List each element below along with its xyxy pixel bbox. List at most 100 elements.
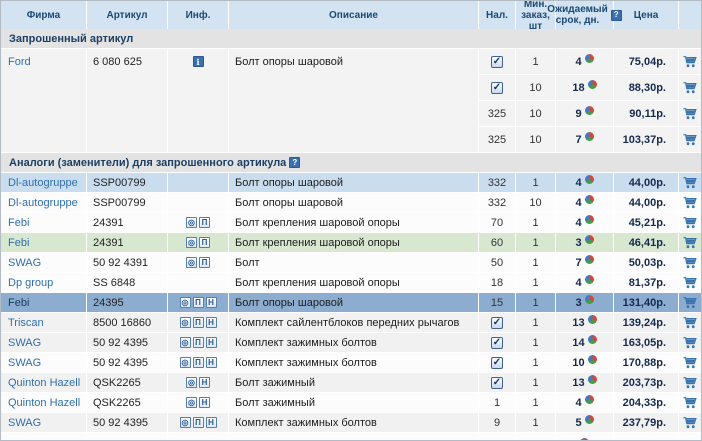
table-row[interactable]: Febi 24395 ◎ПН Болт опоры шаровой 15 1 3…	[1, 293, 701, 313]
applicability-icon[interactable]: П	[199, 217, 210, 228]
photo-icon[interactable]: ◎	[186, 217, 197, 228]
applicability-icon[interactable]: П	[193, 417, 204, 428]
applicability-icon[interactable]: П	[199, 257, 210, 268]
photo-icon[interactable]: ◎	[186, 397, 197, 408]
photo-icon[interactable]: ◎	[180, 337, 191, 348]
add-to-cart-button[interactable]	[683, 316, 697, 329]
add-to-cart-button[interactable]	[683, 256, 697, 269]
applicability-icon[interactable]: П	[193, 357, 204, 368]
table-row[interactable]: Dp group SS 6848 Болт крепления шаровой …	[1, 273, 701, 293]
cart-icon	[683, 81, 697, 94]
add-to-cart-button[interactable]	[683, 176, 697, 189]
applicability-icon[interactable]: П	[199, 237, 210, 248]
info-icons: ◎ПН	[168, 413, 229, 433]
cart-cell	[679, 273, 701, 293]
add-to-cart-button[interactable]	[683, 276, 697, 289]
add-to-cart-button[interactable]	[683, 296, 697, 309]
photo-icon[interactable]: ◎	[180, 297, 191, 308]
brand-link[interactable]: Febi	[1, 293, 87, 313]
add-to-cart-button[interactable]	[683, 336, 697, 349]
expected-days-cell: 3	[556, 293, 614, 313]
brand-link[interactable]: SWAG	[1, 413, 87, 433]
delivery-pie-icon	[588, 80, 597, 89]
brand-link[interactable]: Dp group	[1, 273, 87, 293]
add-to-cart-button[interactable]	[683, 236, 697, 249]
photo-icon[interactable]: ◎	[186, 257, 197, 268]
days-value: 4	[575, 56, 581, 68]
brand-link[interactable]: SWAG	[1, 333, 87, 353]
table-row[interactable]: Dl-autogruppe SSP00799 Болт опоры шарово…	[1, 193, 701, 213]
brand-link[interactable]: Dl-autogruppe	[1, 193, 87, 213]
availability-cell: 325	[479, 101, 516, 127]
photo-icon[interactable]: ◎	[180, 317, 191, 328]
photo-icon[interactable]: ◎	[186, 237, 197, 248]
table-header: Фирма Артикул Инф. Описание Нал. Мин. за…	[1, 1, 701, 29]
min-order-cell: 1	[516, 353, 556, 373]
add-to-cart-button[interactable]	[683, 396, 697, 409]
add-to-cart-button[interactable]	[683, 356, 697, 369]
norms-icon[interactable]: Н	[206, 297, 217, 308]
cart-icon	[683, 133, 697, 146]
add-to-cart-button[interactable]	[683, 196, 697, 209]
photo-icon[interactable]: ◎	[186, 377, 197, 388]
applicability-icon[interactable]: П	[193, 337, 204, 348]
applicability-icon[interactable]: П	[193, 297, 204, 308]
norms-icon[interactable]: Н	[206, 337, 217, 348]
brand-link[interactable]: Quinton Hazell	[1, 373, 87, 393]
brand-link[interactable]: Dl-autogruppe	[1, 173, 87, 193]
brand-link[interactable]: Triscan	[1, 313, 87, 333]
min-order-cell: 1	[516, 413, 556, 433]
add-to-cart-button[interactable]	[683, 376, 697, 389]
table-row[interactable]: Febi 24391 ◎П Болт крепления шаровой опо…	[1, 233, 701, 253]
brand-link[interactable]: Febi	[1, 233, 87, 253]
norms-icon[interactable]: Н	[199, 397, 210, 408]
cart-cell	[679, 173, 701, 193]
min-order-cell: 10	[516, 75, 556, 101]
norms-icon[interactable]: Н	[206, 317, 217, 328]
table-row[interactable]: SWAG 50 92 4395 ◎ПН Комплект зажимных бо…	[1, 413, 701, 433]
price-cell: 131,40р.	[614, 293, 679, 313]
help-icon[interactable]: ?	[289, 157, 300, 168]
table-row[interactable]: Febi 24391 ◎П Болт крепления шаровой опо…	[1, 213, 701, 233]
brand-link[interactable]: Ford	[1, 49, 87, 153]
description-cell: Болт опоры шаровой	[229, 49, 479, 153]
availability-cell: ✓	[479, 373, 516, 393]
table-row[interactable]: Quinton Hazell QSK2265 ◎Н Болт зажимный …	[1, 393, 701, 413]
add-to-cart-button[interactable]	[683, 55, 697, 68]
info-icons: ◎ПН	[168, 313, 229, 333]
applicability-icon[interactable]: П	[193, 317, 204, 328]
norms-icon[interactable]: Н	[199, 377, 210, 388]
cart-icon	[683, 55, 697, 68]
delivery-pie-icon	[588, 375, 597, 384]
min-order-cell: 1	[516, 273, 556, 293]
cart-icon	[683, 316, 697, 329]
table-row[interactable]: SWAG 50 92 4395 ◎ПН Комплект зажимных бо…	[1, 333, 701, 353]
table-row[interactable]: Dl-autogruppe SSP00799 Болт опоры шарово…	[1, 173, 701, 193]
table-row[interactable]: SWAG 50 92 4395 ◎ПН Комплект зажимных бо…	[1, 353, 701, 373]
table-row[interactable]: Quinton Hazell QSK2265 ◎Н Болт зажимный …	[1, 373, 701, 393]
photo-icon[interactable]: ◎	[180, 417, 191, 428]
cart-cell	[679, 313, 701, 333]
add-to-cart-button[interactable]	[683, 133, 697, 146]
brand-link[interactable]: Febi	[1, 213, 87, 233]
brand-link[interactable]: Quinton Hazell	[1, 393, 87, 413]
add-to-cart-button[interactable]	[683, 216, 697, 229]
availability-cell: 70	[479, 213, 516, 233]
info-icon[interactable]: i	[193, 56, 204, 67]
table-row[interactable]: SWAG 50 92 4391 ◎П Болт 50 1 7 50,03р.	[1, 253, 701, 273]
add-to-cart-button[interactable]	[683, 416, 697, 429]
cart-cell	[679, 333, 701, 353]
delivery-pie-icon	[585, 255, 594, 264]
table-row[interactable]: Triscan 8500 16860 ◎ПН Комплект сайлентб…	[1, 313, 701, 333]
add-to-cart-button[interactable]	[683, 81, 697, 94]
cart-cell	[679, 373, 701, 393]
requested-article-block: Ford 6 080 625 i Болт опоры шаровой ✓ 1 …	[1, 49, 701, 153]
brand-link[interactable]: SWAG	[1, 253, 87, 273]
brand-link[interactable]: SWAG	[1, 353, 87, 373]
norms-icon[interactable]: Н	[206, 357, 217, 368]
norms-icon[interactable]: Н	[206, 417, 217, 428]
photo-icon[interactable]: ◎	[180, 357, 191, 368]
cart-icon	[683, 396, 697, 409]
days-value: 18	[572, 82, 584, 94]
add-to-cart-button[interactable]	[683, 107, 697, 120]
